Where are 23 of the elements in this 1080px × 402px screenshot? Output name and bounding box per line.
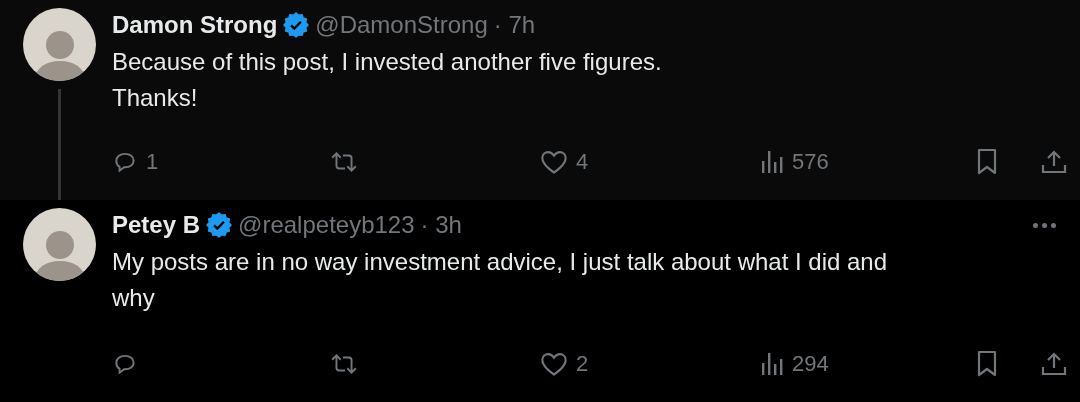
- share-icon[interactable]: [1040, 148, 1068, 176]
- repost-icon[interactable]: [330, 351, 358, 377]
- view-count: 576: [792, 149, 829, 175]
- post-time[interactable]: · 3h: [420, 211, 462, 239]
- display-name[interactable]: Damon Strong: [112, 11, 278, 39]
- like-count: 4: [576, 149, 589, 175]
- share-icon[interactable]: [1040, 350, 1068, 378]
- post-text: Because of this post, I invested another five figures. Thanks!: [112, 47, 663, 113]
- repost-icon[interactable]: [330, 149, 358, 175]
- bar-chart-icon[interactable]: [760, 351, 784, 377]
- reply-count: 1: [146, 149, 159, 175]
- view-count: 294: [792, 351, 829, 377]
- bookmark-icon[interactable]: [975, 148, 999, 176]
- user-handle[interactable]: @DamonStrong: [315, 11, 488, 39]
- post-text: My posts are in no way investment advice, I just talk about what I did and why: [112, 247, 889, 313]
- bar-chart-icon[interactable]: [760, 149, 784, 175]
- bookmark-icon[interactable]: [975, 350, 999, 378]
- heart-icon[interactable]: [540, 149, 568, 175]
- like-count: 2: [576, 351, 589, 377]
- post-time[interactable]: · 7h: [493, 11, 536, 39]
- heart-icon[interactable]: [540, 351, 568, 377]
- display-name[interactable]: Petey B: [112, 211, 201, 239]
- user-handle[interactable]: @realpeteyb123: [238, 211, 415, 239]
